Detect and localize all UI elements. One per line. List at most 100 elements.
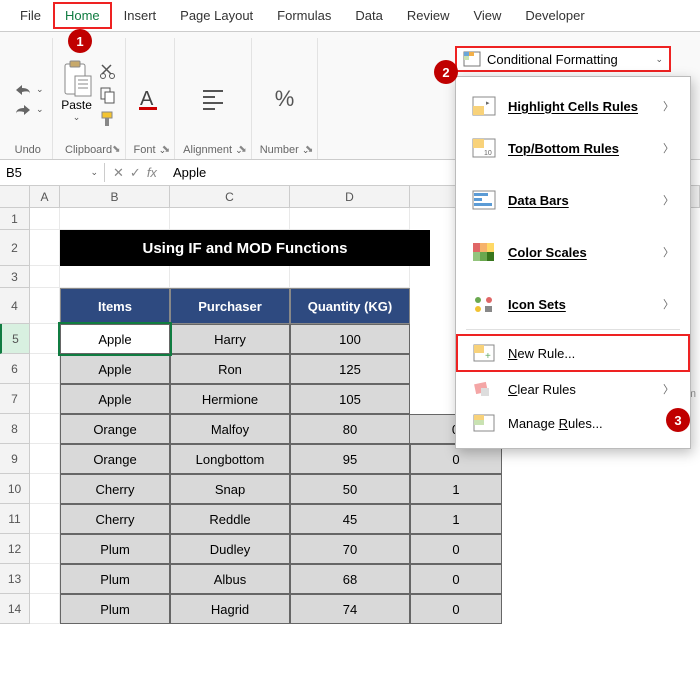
table-cell[interactable]: 68	[290, 564, 410, 594]
row-header[interactable]: 14	[0, 594, 30, 624]
table-cell[interactable]: Orange	[60, 444, 170, 474]
table-cell[interactable]: Snap	[170, 474, 290, 504]
clipboard-icon	[61, 60, 93, 98]
enter-formula-icon[interactable]: ✓	[130, 165, 141, 181]
table-cell[interactable]: 125	[290, 354, 410, 384]
row-header[interactable]: 13	[0, 564, 30, 594]
svg-text:A: A	[140, 88, 154, 110]
row-header[interactable]: 9	[0, 444, 30, 474]
tab-formulas[interactable]: Formulas	[265, 2, 343, 29]
callout-2: 2	[434, 60, 458, 84]
chevron-right-icon: 〉	[663, 296, 674, 312]
chevron-right-icon: 〉	[663, 381, 674, 397]
table-cell[interactable]: Apple	[60, 384, 170, 414]
menu-data-bars[interactable]: Data Bars 〉	[456, 179, 690, 221]
menu-new-rule[interactable]: + New Rule...	[456, 334, 690, 372]
table-cell[interactable]: Cherry	[60, 504, 170, 534]
group-font: A Font ⌄ ⬊	[126, 38, 176, 159]
table-cell[interactable]: 0	[410, 594, 502, 624]
table-cell[interactable]: Orange	[60, 414, 170, 444]
tab-view[interactable]: View	[461, 2, 513, 29]
new-rule-icon: +	[472, 342, 496, 364]
number-launcher[interactable]: ⬊	[305, 144, 313, 155]
fx-icon[interactable]: fx	[147, 165, 157, 181]
menu-icon-sets[interactable]: Icon Sets 〉	[456, 283, 690, 325]
row-header[interactable]: 2	[0, 230, 30, 266]
row-header[interactable]: 4	[0, 288, 30, 324]
table-cell[interactable]: Dudley	[170, 534, 290, 564]
col-header-a[interactable]: A	[30, 186, 60, 207]
conditional-formatting-button[interactable]: Conditional Formatting ⌄	[455, 46, 671, 72]
table-cell[interactable]: Reddle	[170, 504, 290, 534]
cf-icon	[463, 51, 481, 67]
col-header-c[interactable]: C	[170, 186, 290, 207]
group-clipboard: Paste ⌄ Clipboard ⬊	[53, 38, 126, 159]
cancel-formula-icon[interactable]: ✕	[113, 165, 124, 181]
table-cell[interactable]: 0	[410, 564, 502, 594]
name-box[interactable]: B5⌄	[0, 163, 105, 182]
undo-button[interactable]: ⌄	[12, 82, 44, 96]
row-header[interactable]: 11	[0, 504, 30, 534]
group-alignment: Alignment ⌄ ⬊	[175, 38, 252, 159]
table-cell[interactable]: Cherry	[60, 474, 170, 504]
table-cell[interactable]: 1	[410, 504, 502, 534]
clear-rules-icon	[472, 378, 496, 400]
tab-home[interactable]: Home	[53, 2, 112, 29]
table-cell[interactable]: Apple	[60, 354, 170, 384]
redo-button[interactable]: ⌄	[12, 102, 44, 116]
menu-highlight-cells[interactable]: ▸ Highlight Cells Rules 〉	[456, 85, 690, 127]
table-cell[interactable]: 80	[290, 414, 410, 444]
table-cell[interactable]: Plum	[60, 564, 170, 594]
menu-color-scales[interactable]: Color Scales 〉	[456, 231, 690, 273]
format-painter-button[interactable]	[99, 110, 117, 128]
row-header[interactable]: 3	[0, 266, 30, 288]
menu-manage-rules[interactable]: Manage Rules...	[456, 406, 690, 440]
table-cell[interactable]: 1	[410, 474, 502, 504]
table-cell[interactable]: Hermione	[170, 384, 290, 414]
select-all-corner[interactable]	[0, 186, 30, 207]
font-icon: A	[136, 85, 164, 113]
group-undo-label: Undo	[15, 144, 41, 156]
table-cell[interactable]: Hagrid	[170, 594, 290, 624]
row-header[interactable]: 7	[0, 384, 30, 414]
font-launcher[interactable]: ⬊	[162, 144, 170, 155]
active-cell[interactable]: Apple	[60, 324, 170, 354]
tab-developer[interactable]: Developer	[513, 2, 596, 29]
row-header[interactable]: 12	[0, 534, 30, 564]
menu-top-bottom[interactable]: 10 Top/Bottom Rules 〉	[456, 127, 690, 169]
table-cell[interactable]: 74	[290, 594, 410, 624]
cut-button[interactable]	[99, 62, 117, 80]
table-cell[interactable]: Malfoy	[170, 414, 290, 444]
col-header-b[interactable]: B	[60, 186, 170, 207]
table-cell[interactable]: 95	[290, 444, 410, 474]
menu-clear-rules[interactable]: Clear Rules 〉	[456, 372, 690, 406]
callout-1: 1	[68, 29, 92, 53]
paste-button[interactable]: Paste ⌄	[61, 60, 93, 123]
table-cell[interactable]: Harry	[170, 324, 290, 354]
row-header[interactable]: 5	[0, 324, 30, 354]
tab-insert[interactable]: Insert	[112, 2, 169, 29]
tab-data[interactable]: Data	[343, 2, 394, 29]
tab-review[interactable]: Review	[395, 2, 462, 29]
clipboard-launcher[interactable]: ⬊	[112, 144, 120, 155]
col-header-d[interactable]: D	[290, 186, 410, 207]
alignment-launcher[interactable]: ⬊	[238, 144, 246, 155]
tab-page-layout[interactable]: Page Layout	[168, 2, 265, 29]
table-cell[interactable]: Albus	[170, 564, 290, 594]
row-header[interactable]: 10	[0, 474, 30, 504]
copy-button[interactable]	[99, 86, 117, 104]
row-header[interactable]: 1	[0, 208, 30, 230]
table-cell[interactable]: Plum	[60, 594, 170, 624]
table-cell[interactable]: 105	[290, 384, 410, 414]
table-cell[interactable]: Ron	[170, 354, 290, 384]
table-cell[interactable]: 70	[290, 534, 410, 564]
row-header[interactable]: 8	[0, 414, 30, 444]
row-header[interactable]: 6	[0, 354, 30, 384]
table-cell[interactable]: Longbottom	[170, 444, 290, 474]
table-cell[interactable]: Plum	[60, 534, 170, 564]
table-cell[interactable]: 45	[290, 504, 410, 534]
table-cell[interactable]: 0	[410, 534, 502, 564]
table-cell[interactable]: 100	[290, 324, 410, 354]
table-cell[interactable]: 50	[290, 474, 410, 504]
tab-file[interactable]: File	[8, 2, 53, 29]
